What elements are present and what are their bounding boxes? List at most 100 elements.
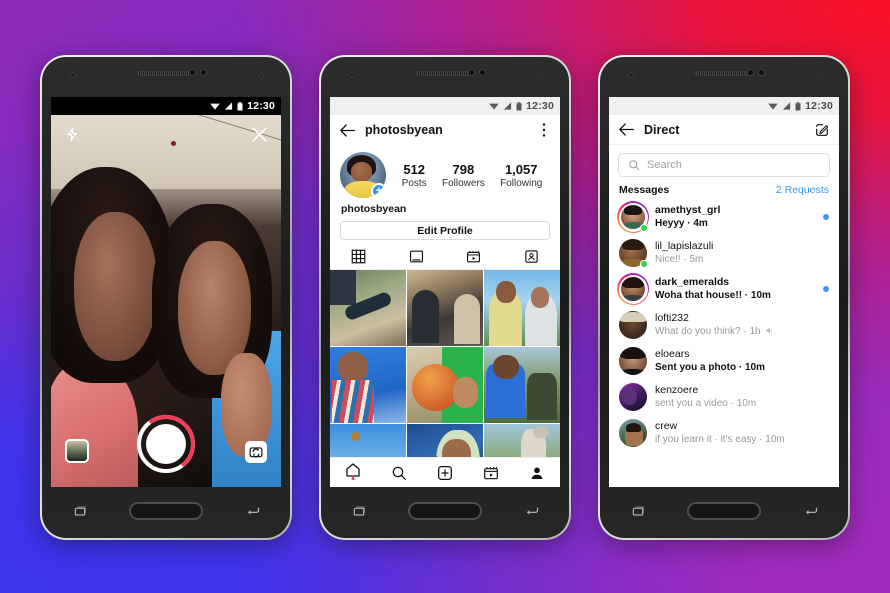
grid-post[interactable] [484,270,560,346]
back-arrow-icon[interactable] [339,123,356,138]
flash-off-icon[interactable] [63,125,82,144]
signal-icon [783,102,791,110]
requests-link[interactable]: 2 Requests [776,184,829,196]
clock: 12:30 [526,100,554,112]
guide-tab-icon[interactable] [409,249,424,264]
signal-icon [504,102,512,110]
home-pill[interactable] [407,502,482,520]
thread-username: kenzoere [655,384,699,397]
shutter-button[interactable] [133,411,199,477]
avatar[interactable] [619,383,647,411]
camera-top-controls [51,123,281,149]
wifi-icon [210,103,220,110]
wifi-icon [489,103,499,110]
online-indicator [640,260,648,268]
profile-icon[interactable] [529,465,545,481]
thread-username: lil_lapislazuli [655,240,714,253]
camera-viewfinder[interactable] [51,115,281,487]
grid-post[interactable] [407,270,483,346]
home-icon[interactable] [345,462,361,478]
post-grid [330,270,560,487]
page-title: Direct [644,122,680,137]
back-icon[interactable] [802,503,819,519]
thread-text: eloears Sent you a photo · 10m [655,347,829,375]
notification-dot [351,477,355,480]
avatar[interactable]: + [340,152,386,198]
avatar[interactable] [619,239,648,268]
list-item[interactable]: lofti232 What do you think? · 1h [609,307,839,343]
thread-preview: if you learn it · it's easy · 10m [655,434,785,446]
grid-tab-icon[interactable] [351,249,366,264]
add-post-icon[interactable] [437,465,453,481]
flip-camera-icon[interactable] [245,441,267,463]
phone-camera: 12:30 [40,55,292,540]
back-icon[interactable] [523,503,540,519]
stat-posts[interactable]: 512 Posts [402,162,427,189]
front-camera-icon [746,69,769,77]
tagged-tab-icon[interactable] [524,249,539,264]
list-item[interactable]: dark_emeralds Woha that house!! · 10m [609,271,839,307]
wifi-icon [768,103,778,110]
phone3-screen: 12:30 Direct Search Messages 2 Requests [609,97,839,487]
stat-followers[interactable]: 798 Followers [442,162,485,189]
thread-username: eloears [655,348,690,361]
back-icon[interactable] [244,503,261,519]
earpiece-speaker [416,71,474,76]
compose-icon[interactable] [814,122,830,138]
gallery-thumbnail[interactable] [65,439,89,463]
search-input[interactable]: Search [618,153,830,177]
phone-direct: 12:30 Direct Search Messages 2 Requests [598,55,850,540]
profile-summary: + 512 Posts 798 Followers 1,057 Followin… [330,145,560,198]
grid-post[interactable] [407,347,483,423]
thread-text: lil_lapislazuli Nice!! · 5m [655,239,829,267]
home-pill[interactable] [686,502,761,520]
thread-text: lofti232 What do you think? · 1h [655,311,829,339]
stat-label: Following [500,177,543,189]
recents-icon[interactable] [72,503,88,519]
phone-profile: 12:30 photosbyean + 512 Posts 798 Follow… [319,55,571,540]
avatar[interactable] [617,201,649,233]
list-item[interactable]: amethyst_grl Heyyy · 4m [609,199,839,235]
unread-dot [823,286,829,292]
page-title: photosbyean [365,123,443,137]
clock: 12:30 [805,100,833,112]
online-indicator [640,224,648,232]
list-item[interactable]: crew if you learn it · it's easy · 10m [609,415,839,451]
back-arrow-icon[interactable] [618,122,635,137]
nav-home[interactable] [345,462,361,483]
list-item[interactable]: eloears Sent you a photo · 10m [609,343,839,379]
thread-text: dark_emeralds Woha that house!! · 10m [655,275,815,303]
avatar[interactable] [619,311,647,339]
overflow-menu-icon[interactable] [537,122,551,138]
stat-label: Posts [401,177,427,189]
list-item[interactable]: lil_lapislazuli Nice!! · 5m [609,235,839,271]
android-nav-bar [330,494,560,528]
search-icon[interactable] [391,465,407,481]
stat-value: 512 [403,161,426,177]
list-item[interactable]: kenzoere sent you a video · 10m [609,379,839,415]
thread-text: kenzoere sent you a video · 10m [655,383,829,411]
avatar[interactable] [619,419,647,447]
grid-post[interactable] [484,347,560,423]
reels-icon[interactable] [483,465,499,481]
stat-label: Followers [441,177,485,189]
earpiece-speaker [137,71,195,76]
thread-text: crew if you learn it · it's easy · 10m [655,419,829,447]
recents-icon[interactable] [351,503,367,519]
avatar[interactable] [619,347,647,375]
grid-post[interactable] [330,270,406,346]
avatar[interactable] [617,273,649,305]
close-icon[interactable] [250,125,269,144]
add-story-button[interactable]: + [371,183,386,198]
home-pill[interactable] [128,502,203,520]
thread-username: lofti232 [655,312,689,325]
bottom-navigation [330,457,560,487]
status-bar: 12:30 [609,97,839,115]
recents-icon[interactable] [630,503,646,519]
thread-preview: Heyyy · 4m [655,218,708,230]
grid-post[interactable] [330,347,406,423]
edit-profile-button[interactable]: Edit Profile [340,221,550,240]
stat-following[interactable]: 1,057 Following [500,162,542,189]
reels-tab-icon[interactable] [466,249,481,264]
thread-list: amethyst_grl Heyyy · 4m lil_lapislazuli … [609,199,839,451]
